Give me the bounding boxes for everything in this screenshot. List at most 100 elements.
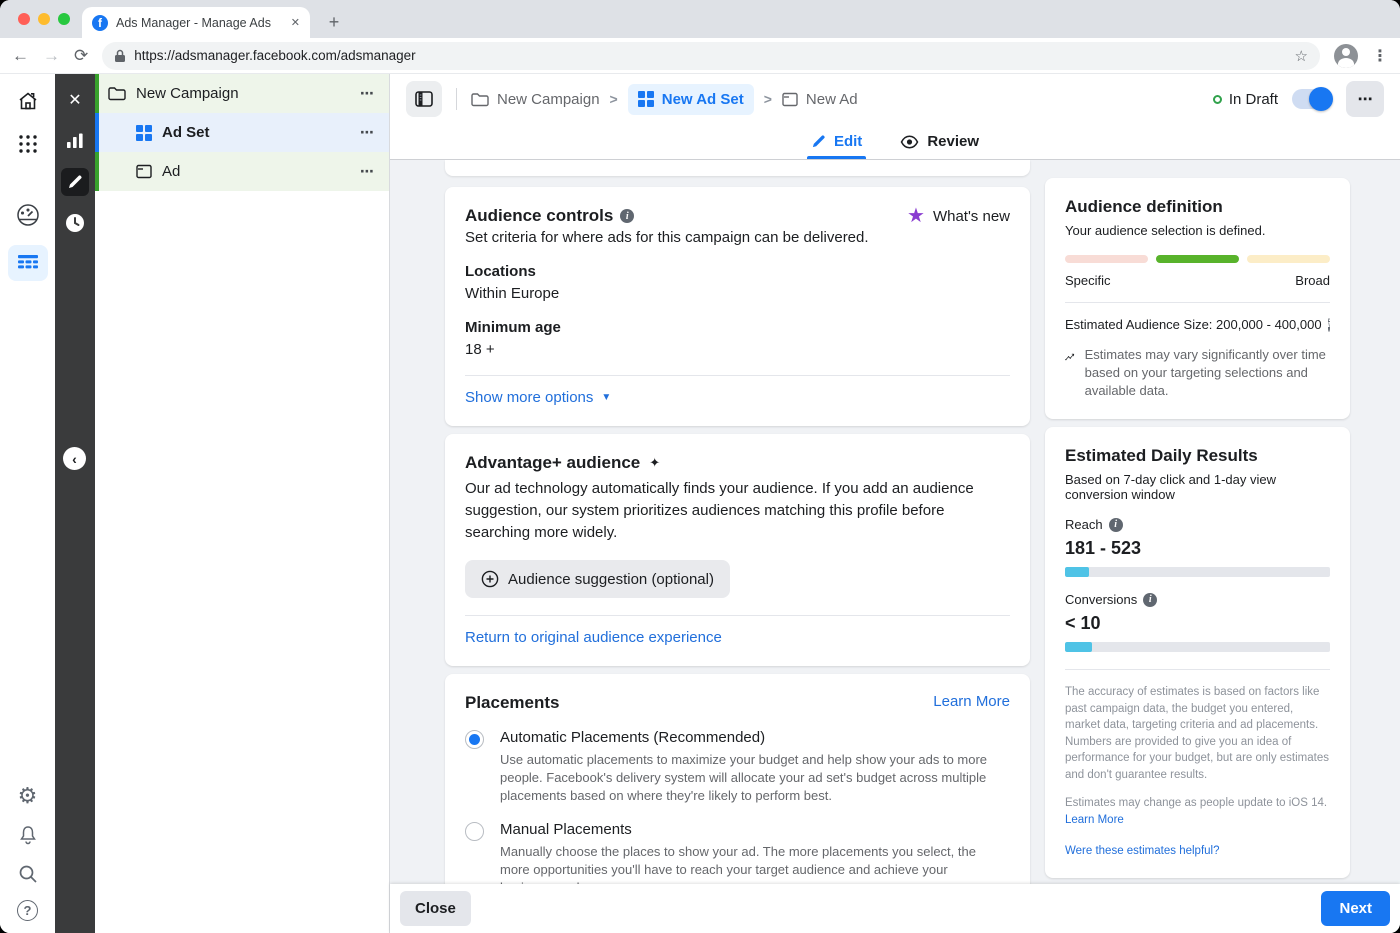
- show-more-options-link[interactable]: Show more options ▼: [465, 389, 611, 406]
- row-menu-icon[interactable]: ⋯: [360, 124, 375, 141]
- trend-icon: [1065, 353, 1075, 361]
- browser-menu-icon[interactable]: ⋮: [1372, 46, 1388, 66]
- browser-tab[interactable]: f Ads Manager - Manage Ads ✕: [82, 7, 310, 38]
- reload-icon[interactable]: ⟳: [74, 46, 88, 66]
- ad-frame-icon: [136, 164, 152, 179]
- breadcrumb-label: New Ad: [805, 90, 858, 108]
- folder-icon: [108, 87, 126, 101]
- main-panel: New Campaign > New Ad Set > New Ad In Dr…: [390, 74, 1400, 933]
- whats-new-link[interactable]: ★ What's new: [907, 206, 1010, 226]
- charts-icon[interactable]: [61, 127, 89, 155]
- close-button[interactable]: Close: [400, 891, 471, 926]
- adset-color-strip: [95, 113, 99, 152]
- automatic-placements-desc: Use automatic placements to maximize you…: [500, 752, 988, 803]
- return-original-audience-link[interactable]: Return to original audience experience: [465, 629, 722, 646]
- editor-footer: Close Next: [390, 884, 1400, 933]
- tab-close-icon[interactable]: ✕: [291, 16, 300, 29]
- advantage-audience-card: Advantage+ audience ✦ Our ad technology …: [445, 434, 1030, 666]
- audience-controls-card: Audience controls i Set criteria for whe…: [445, 187, 1030, 426]
- sidebar-toggle-icon: [415, 91, 433, 107]
- close-editor-icon[interactable]: ✕: [61, 86, 89, 114]
- breadcrumb-label: New Campaign: [497, 90, 600, 108]
- row-menu-icon[interactable]: ⋯: [360, 163, 375, 180]
- breadcrumb-ad[interactable]: New Ad: [782, 91, 858, 108]
- window-controls[interactable]: [18, 13, 70, 25]
- profile-avatar[interactable]: [1334, 43, 1358, 68]
- info-icon[interactable]: i: [1143, 592, 1158, 607]
- dashboard-gauge-icon[interactable]: [15, 202, 41, 228]
- campaigns-table-icon[interactable]: [7, 245, 48, 281]
- audience-controls-title: Audience controls: [465, 206, 614, 225]
- folder-icon: [471, 92, 489, 106]
- toggle-sidebar-button[interactable]: [406, 81, 442, 117]
- tab-edit[interactable]: Edit: [806, 124, 867, 159]
- learn-more-link[interactable]: Learn More: [933, 693, 1010, 710]
- forward-icon[interactable]: →: [43, 46, 60, 66]
- tab-review[interactable]: Review: [900, 124, 979, 159]
- estimates-disclaimer: The accuracy of estimates is based on fa…: [1065, 686, 1330, 781]
- minimize-window-button[interactable]: [38, 13, 50, 25]
- estimated-daily-results-card: Estimated Daily Results Based on 7-day c…: [1045, 427, 1350, 878]
- show-more-label: Show more options: [465, 389, 594, 406]
- help-icon[interactable]: ?: [17, 900, 38, 921]
- browser-toolbar: ← → ⟳ https://adsmanager.facebook.com/ad…: [0, 38, 1400, 74]
- radio-unselected-icon[interactable]: [465, 822, 484, 841]
- edit-pencil-icon[interactable]: [61, 168, 89, 196]
- primary-nav-rail: ⚙ ?: [0, 74, 55, 933]
- apps-grid-icon[interactable]: [15, 131, 41, 157]
- radio-selected-icon[interactable]: [465, 730, 484, 749]
- placements-title: Placements: [465, 693, 560, 712]
- notifications-bell-icon[interactable]: [15, 822, 41, 848]
- ad-frame-icon: [782, 92, 798, 106]
- placements-card: Placements Learn More Automatic Placemen…: [445, 674, 1030, 884]
- collapse-panel-icon[interactable]: ‹: [63, 447, 86, 470]
- automatic-placements-label: Automatic Placements (Recommended): [500, 729, 766, 746]
- editor-scroll-area[interactable]: Audience controls i Set criteria for whe…: [390, 160, 1400, 884]
- conversions-bar: [1065, 642, 1330, 652]
- close-window-button[interactable]: [18, 13, 30, 25]
- url-bar[interactable]: https://adsmanager.facebook.com/adsmanag…: [102, 41, 1320, 70]
- next-button[interactable]: Next: [1321, 891, 1390, 926]
- url-text[interactable]: https://adsmanager.facebook.com/adsmanag…: [134, 48, 1286, 63]
- row-menu-icon[interactable]: ⋯: [360, 85, 375, 102]
- maximize-window-button[interactable]: [58, 13, 70, 25]
- tree-item-label: New Campaign: [136, 85, 239, 102]
- ios-learn-more-link[interactable]: Learn More: [1065, 814, 1124, 826]
- audience-definition-note: Estimates may vary significantly over ti…: [1084, 347, 1326, 398]
- divider: [1065, 302, 1330, 303]
- info-icon[interactable]: i: [1108, 517, 1123, 532]
- search-icon[interactable]: [15, 861, 41, 887]
- info-icon[interactable]: i: [620, 209, 635, 223]
- audience-suggestion-button[interactable]: Audience suggestion (optional): [465, 560, 730, 598]
- breadcrumb-campaign[interactable]: New Campaign: [471, 91, 600, 108]
- manual-placements-label: Manual Placements: [500, 821, 632, 838]
- new-tab-button[interactable]: +: [322, 10, 346, 34]
- reach-bar: [1065, 567, 1330, 577]
- settings-gear-icon[interactable]: ⚙: [15, 783, 41, 809]
- daily-results-title: Estimated Daily Results: [1065, 446, 1258, 465]
- manual-placements-option[interactable]: Manual Placements Manually choose the pl…: [465, 821, 1010, 884]
- header-more-button[interactable]: ⋯: [1346, 81, 1384, 117]
- history-clock-icon[interactable]: [61, 209, 89, 237]
- conversions-bar-fill: [1065, 642, 1092, 652]
- divider: [465, 375, 1010, 376]
- estimates-helpful-link[interactable]: Were these estimates helpful?: [1065, 845, 1219, 857]
- back-icon[interactable]: ←: [12, 46, 29, 66]
- audience-definition-gauge: [1065, 255, 1330, 263]
- home-icon[interactable]: [15, 88, 41, 114]
- automatic-placements-option[interactable]: Automatic Placements (Recommended) Use a…: [465, 729, 1010, 805]
- info-icon[interactable]: i: [1327, 317, 1331, 332]
- draft-toggle[interactable]: [1292, 87, 1333, 111]
- campaign-tree-panel: New Campaign ⋯ Ad Set ⋯ Ad ⋯: [95, 74, 390, 933]
- locations-label: Locations: [465, 263, 536, 280]
- editor-header: New Campaign > New Ad Set > New Ad In Dr…: [390, 74, 1400, 124]
- breadcrumb-chevron-icon: >: [763, 91, 772, 107]
- audience-controls-subtitle: Set criteria for where ads for this camp…: [465, 229, 869, 246]
- tree-item-ad[interactable]: Ad ⋯: [95, 152, 389, 191]
- bookmark-star-icon[interactable]: ☆: [1295, 47, 1308, 65]
- tree-item-adset[interactable]: Ad Set ⋯: [95, 113, 389, 152]
- tree-item-campaign[interactable]: New Campaign ⋯: [95, 74, 389, 113]
- adset-grid-icon: [136, 124, 152, 141]
- conversions-value: < 10: [1065, 613, 1101, 633]
- breadcrumb-adset-active[interactable]: New Ad Set: [627, 83, 754, 115]
